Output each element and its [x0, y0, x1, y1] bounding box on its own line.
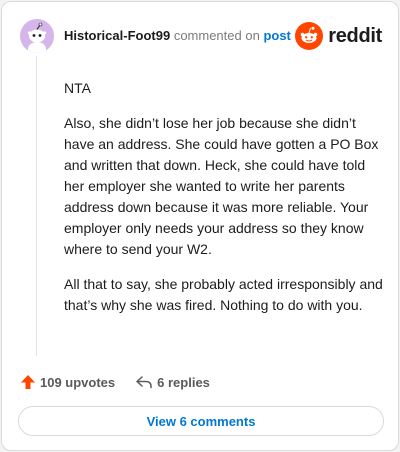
upvote-arrow-icon	[21, 375, 35, 389]
replies-count: 6 replies	[157, 374, 210, 390]
comment-actions: 109 upvotes 6 replies	[20, 372, 210, 392]
comment-card: Historical-Foot99 commented on post redd…	[1, 1, 399, 451]
comment-body: NTA Also, she didn’t lose her job becaus…	[64, 78, 386, 330]
upvote-count: 109 upvotes	[40, 374, 116, 390]
reddit-brand[interactable]: reddit	[295, 22, 382, 50]
reddit-logo-icon	[295, 22, 324, 50]
reply-arrow-icon	[136, 376, 152, 389]
comment-paragraph: Also, she didn’t lose her job because sh…	[64, 115, 379, 257]
comment-paragraph: NTA	[64, 80, 91, 96]
upvote-button[interactable]: 109 upvotes	[20, 374, 115, 390]
comment-header: Historical-Foot99 commented on post redd…	[20, 19, 382, 53]
username-link[interactable]: Historical-Foot99	[64, 28, 170, 43]
view-comments-button[interactable]: View 6 comments	[18, 406, 384, 436]
snoo-avatar-icon[interactable]	[20, 19, 54, 53]
action-text: commented on	[173, 28, 260, 43]
brand-wordmark: reddit	[328, 24, 382, 47]
replies-button[interactable]: 6 replies	[135, 374, 210, 390]
comment-paragraph: All that to say, she probably acted irre…	[64, 276, 383, 313]
post-link[interactable]: post	[263, 28, 290, 43]
comment-meta: Historical-Foot99 commented on post	[64, 28, 291, 43]
thread-line	[36, 56, 37, 356]
